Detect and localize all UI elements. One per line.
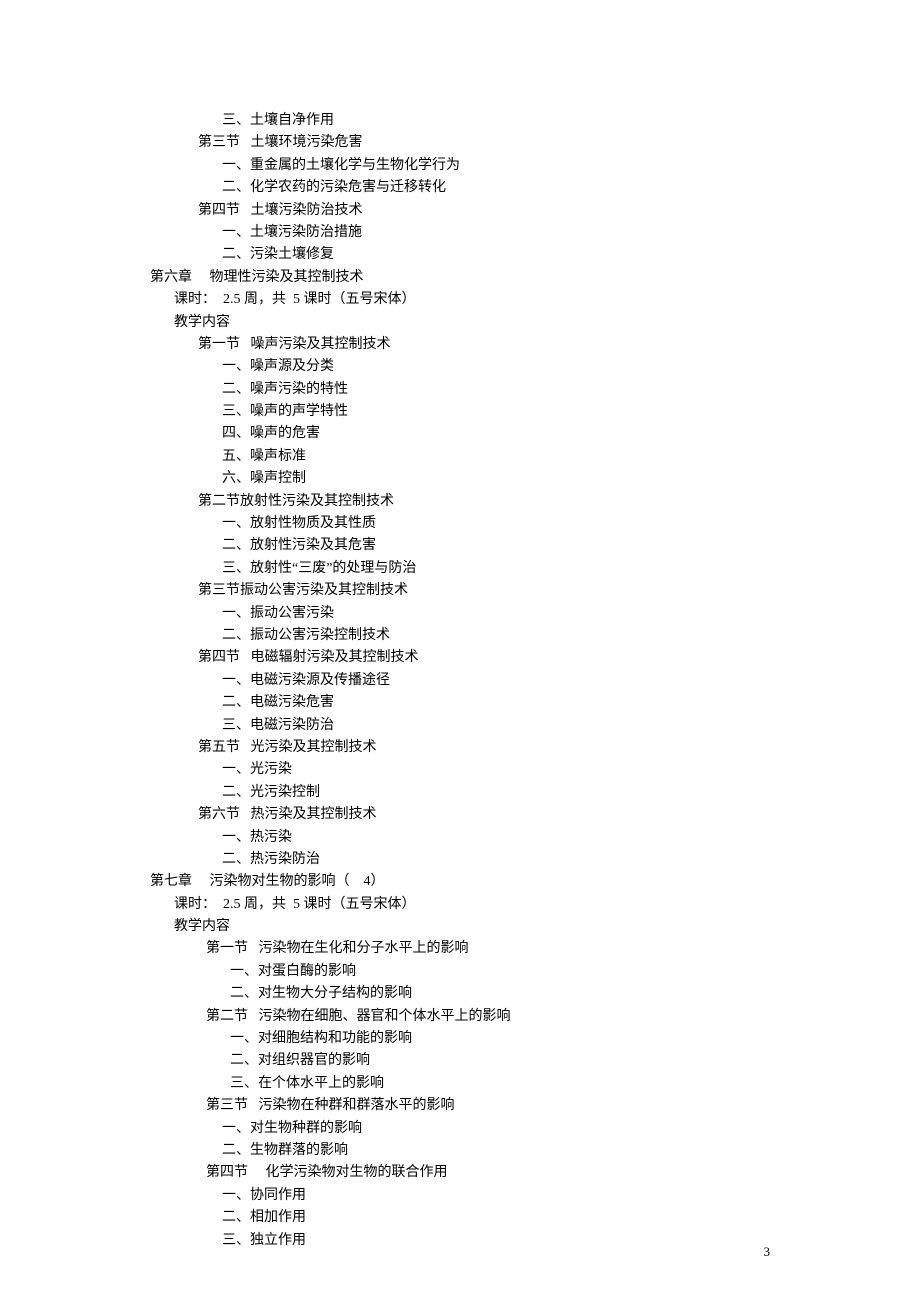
outline-line: 第三节振动公害污染及其控制技术 (150, 580, 770, 602)
outline-line: 一、土壤污染防治措施 (150, 222, 770, 244)
outline-line: 教学内容 (150, 916, 770, 938)
outline-line: 一、放射性物质及其性质 (150, 513, 770, 535)
outline-line: 二、振动公害污染控制技术 (150, 625, 770, 647)
outline-line: 二、对生物大分子结构的影响 (150, 983, 770, 1005)
outline-line: 三、放射性“三废”的处理与防治 (150, 558, 770, 580)
outline-line: 第一节 污染物在生化和分子水平上的影响 (150, 938, 770, 960)
outline-line: 二、污染土壤修复 (150, 244, 770, 266)
document-page: 三、土壤自净作用第三节 土壤环境污染危害一、重金属的土壤化学与生物化学行为二、化… (0, 0, 920, 1292)
outline-line: 第二节放射性污染及其控制技术 (150, 491, 770, 513)
outline-line: 四、噪声的危害 (150, 423, 770, 445)
outline-line: 二、化学农药的污染危害与迁移转化 (150, 177, 770, 199)
outline-line: 一、热污染 (150, 827, 770, 849)
outline-line: 第三节 土壤环境污染危害 (150, 132, 770, 154)
outline-line: 一、光污染 (150, 759, 770, 781)
outline-line: 一、对细胞结构和功能的影响 (150, 1028, 770, 1050)
outline-line: 三、独立作用 (150, 1230, 770, 1252)
outline-line: 二、相加作用 (150, 1207, 770, 1229)
outline-line: 二、光污染控制 (150, 782, 770, 804)
outline-line: 第六节 热污染及其控制技术 (150, 804, 770, 826)
outline-line: 二、噪声污染的特性 (150, 379, 770, 401)
outline-line: 一、噪声源及分类 (150, 356, 770, 378)
outline-line: 第四节 电磁辐射污染及其控制技术 (150, 647, 770, 669)
outline-line: 一、对蛋白酶的影响 (150, 961, 770, 983)
outline-line: 三、电磁污染防治 (150, 715, 770, 737)
outline-line: 三、土壤自净作用 (150, 110, 770, 132)
outline-line: 第二节 污染物在细胞、器官和个体水平上的影响 (150, 1006, 770, 1028)
outline-line: 课时： 2.5 周，共 5 课时（五号宋体） (150, 289, 770, 311)
outline-line: 一、对生物种群的影响 (150, 1118, 770, 1140)
outline-line: 五、噪声标准 (150, 446, 770, 468)
outline-line: 三、在个体水平上的影响 (150, 1073, 770, 1095)
outline-line: 课时： 2.5 周，共 5 课时（五号宋体） (150, 894, 770, 916)
outline-line: 第四节 化学污染物对生物的联合作用 (150, 1162, 770, 1184)
outline-line: 二、对组织器官的影响 (150, 1050, 770, 1072)
outline-line: 二、生物群落的影响 (150, 1140, 770, 1162)
outline-line: 第一节 噪声污染及其控制技术 (150, 334, 770, 356)
outline-content: 三、土壤自净作用第三节 土壤环境污染危害一、重金属的土壤化学与生物化学行为二、化… (150, 110, 770, 1252)
outline-line: 一、振动公害污染 (150, 603, 770, 625)
outline-line: 第五节 光污染及其控制技术 (150, 737, 770, 759)
page-number: 3 (764, 1244, 771, 1260)
outline-line: 二、电磁污染危害 (150, 692, 770, 714)
outline-line: 第三节 污染物在种群和群落水平的影响 (150, 1095, 770, 1117)
outline-line: 三、噪声的声学特性 (150, 401, 770, 423)
outline-line: 六、噪声控制 (150, 468, 770, 490)
outline-line: 第六章 物理性污染及其控制技术 (150, 267, 770, 289)
outline-line: 一、电磁污染源及传播途径 (150, 670, 770, 692)
outline-line: 一、协同作用 (150, 1185, 770, 1207)
outline-line: 第七章 污染物对生物的影响（ 4） (150, 871, 770, 893)
outline-line: 二、热污染防治 (150, 849, 770, 871)
outline-line: 第四节 土壤污染防治技术 (150, 200, 770, 222)
outline-line: 二、放射性污染及其危害 (150, 535, 770, 557)
outline-line: 教学内容 (150, 312, 770, 334)
outline-line: 一、重金属的土壤化学与生物化学行为 (150, 155, 770, 177)
